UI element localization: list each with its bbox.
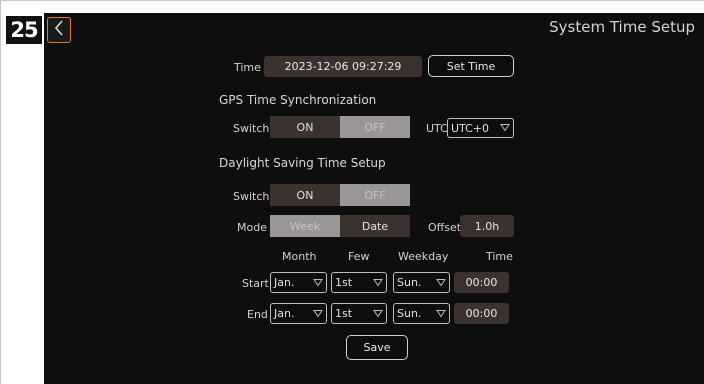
gps-switch-label: Switch: [233, 122, 270, 135]
start-month-value: Jan.: [274, 276, 295, 289]
chevron-down-icon: [373, 276, 383, 289]
time-column-header: Time: [486, 250, 513, 263]
time-label: Time: [234, 61, 261, 74]
end-few-value: 1st: [335, 307, 353, 320]
frame-top-line: [0, 0, 704, 1]
device-screen: System Time Setup Time 2023-12-06 09:27:…: [44, 13, 704, 384]
utc-select-value: UTC+0: [451, 121, 490, 135]
offset-label: Offset: [428, 221, 462, 234]
start-few-select[interactable]: 1st: [331, 272, 387, 293]
mode-label: Mode: [237, 221, 267, 234]
offset-value-field[interactable]: 1.0h: [460, 215, 514, 237]
start-weekday-value: Sun.: [397, 276, 422, 289]
dst-section-title: Daylight Saving Time Setup: [219, 156, 386, 170]
end-weekday-select[interactable]: Sun.: [393, 303, 450, 324]
time-value-field[interactable]: 2023-12-06 09:27:29: [264, 56, 422, 77]
end-time-field[interactable]: 00:00: [454, 303, 509, 324]
start-weekday-select[interactable]: Sun.: [393, 272, 450, 293]
month-column-header: Month: [282, 250, 317, 263]
save-button[interactable]: Save: [346, 335, 408, 360]
end-month-select[interactable]: Jan.: [270, 303, 327, 324]
utc-select[interactable]: UTC+0: [447, 118, 514, 138]
chevron-left-icon: [53, 19, 65, 41]
mode-date-button[interactable]: Date: [340, 215, 410, 237]
gps-section-title: GPS Time Synchronization: [219, 93, 377, 107]
gps-on-button[interactable]: ON: [270, 116, 340, 138]
gps-off-button[interactable]: OFF: [340, 116, 410, 138]
start-label: Start: [242, 277, 269, 290]
chevron-down-icon: [436, 307, 446, 320]
set-time-button[interactable]: Set Time: [428, 55, 514, 77]
chevron-down-icon: [313, 307, 323, 320]
dst-on-button[interactable]: ON: [270, 184, 340, 206]
back-button[interactable]: [47, 17, 71, 43]
mode-week-button[interactable]: Week: [270, 215, 340, 237]
end-few-select[interactable]: 1st: [331, 303, 387, 324]
page-title: System Time Setup: [549, 18, 695, 36]
utc-label: UTC: [426, 122, 448, 135]
end-weekday-value: Sun.: [397, 307, 422, 320]
start-month-select[interactable]: Jan.: [270, 272, 327, 293]
end-label: End: [247, 308, 268, 321]
end-month-value: Jan.: [274, 307, 295, 320]
frame-left-line: [0, 0, 1, 384]
dst-switch-label: Switch: [233, 190, 270, 203]
chevron-down-icon: [373, 307, 383, 320]
chevron-down-icon: [500, 122, 510, 135]
few-column-header: Few: [348, 250, 370, 263]
chevron-down-icon: [436, 276, 446, 289]
dst-off-button[interactable]: OFF: [340, 184, 410, 206]
start-time-field[interactable]: 00:00: [454, 272, 509, 293]
step-number-badge: 25: [6, 16, 42, 44]
weekday-column-header: Weekday: [398, 250, 449, 263]
chevron-down-icon: [313, 276, 323, 289]
start-few-value: 1st: [335, 276, 353, 289]
